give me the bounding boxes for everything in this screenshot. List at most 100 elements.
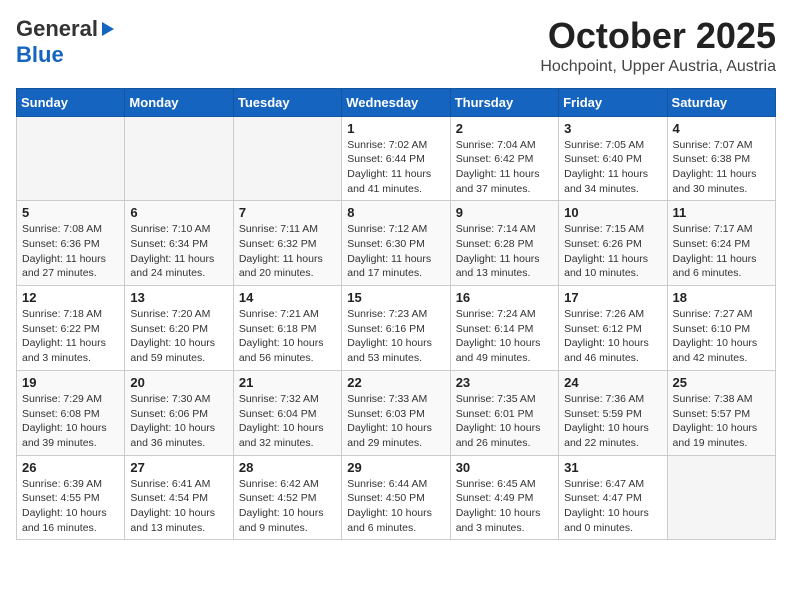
calendar-cell: 25 Sunrise: 7:38 AMSunset: 5:57 PMDayligh… <box>667 370 775 455</box>
calendar-cell <box>17 116 125 201</box>
logo-blue: Blue <box>16 42 64 68</box>
calendar-cell: 5 Sunrise: 7:08 AMSunset: 6:36 PMDaylight… <box>17 201 125 286</box>
weekday-tuesday: Tuesday <box>233 88 341 116</box>
calendar-cell: 9 Sunrise: 7:14 AMSunset: 6:28 PMDaylight… <box>450 201 558 286</box>
cell-day-number: 15 <box>347 290 444 305</box>
weekday-friday: Friday <box>559 88 667 116</box>
cell-day-number: 25 <box>673 375 770 390</box>
cell-day-number: 7 <box>239 205 336 220</box>
cell-day-number: 29 <box>347 460 444 475</box>
cell-day-number: 3 <box>564 121 661 136</box>
cell-info-text: Sunrise: 7:18 AMSunset: 6:22 PMDaylight:… <box>22 307 119 366</box>
calendar-cell: 17 Sunrise: 7:26 AMSunset: 6:12 PMDayligh… <box>559 286 667 371</box>
cell-info-text: Sunrise: 7:04 AMSunset: 6:42 PMDaylight:… <box>456 138 553 197</box>
calendar-cell: 4 Sunrise: 7:07 AMSunset: 6:38 PMDaylight… <box>667 116 775 201</box>
cell-info-text: Sunrise: 7:36 AMSunset: 5:59 PMDaylight:… <box>564 392 661 451</box>
cell-day-number: 20 <box>130 375 227 390</box>
cell-day-number: 9 <box>456 205 553 220</box>
cell-day-number: 14 <box>239 290 336 305</box>
cell-info-text: Sunrise: 7:02 AMSunset: 6:44 PMDaylight:… <box>347 138 444 197</box>
calendar-cell: 8Sunrise: 7:12 AMSunset: 6:30 PMDaylight… <box>342 201 450 286</box>
calendar-cell <box>667 455 775 540</box>
cell-day-number: 5 <box>22 205 119 220</box>
cell-day-number: 12 <box>22 290 119 305</box>
cell-day-number: 10 <box>564 205 661 220</box>
cell-info-text: Sunrise: 7:32 AMSunset: 6:04 PMDaylight:… <box>239 392 336 451</box>
calendar-cell <box>125 116 233 201</box>
calendar-cell: 6Sunrise: 7:10 AMSunset: 6:34 PMDaylight… <box>125 201 233 286</box>
calendar-week-row: 5 Sunrise: 7:08 AMSunset: 6:36 PMDaylight… <box>17 201 776 286</box>
cell-day-number: 24 <box>564 375 661 390</box>
calendar-week-row: 12 Sunrise: 7:18 AMSunset: 6:22 PMDayligh… <box>17 286 776 371</box>
calendar-cell: 13 Sunrise: 7:20 AMSunset: 6:20 PMDayligh… <box>125 286 233 371</box>
cell-info-text: Sunrise: 7:05 AMSunset: 6:40 PMDaylight:… <box>564 138 661 197</box>
cell-info-text: Sunrise: 7:38 AMSunset: 5:57 PMDaylight:… <box>673 392 770 451</box>
calendar-cell: 10Sunrise: 7:15 AMSunset: 6:26 PMDayligh… <box>559 201 667 286</box>
cell-info-text: Sunrise: 7:24 AMSunset: 6:14 PMDaylight:… <box>456 307 553 366</box>
calendar-week-row: 1Sunrise: 7:02 AMSunset: 6:44 PMDaylight… <box>17 116 776 201</box>
calendar-cell: 7 Sunrise: 7:11 AMSunset: 6:32 PMDaylight… <box>233 201 341 286</box>
cell-info-text: Sunrise: 6:39 AMSunset: 4:55 PMDaylight:… <box>22 477 119 536</box>
cell-day-number: 17 <box>564 290 661 305</box>
calendar-cell <box>233 116 341 201</box>
calendar-cell: 31 Sunrise: 6:47 AMSunset: 4:47 PMDayligh… <box>559 455 667 540</box>
cell-info-text: Sunrise: 7:21 AMSunset: 6:18 PMDaylight:… <box>239 307 336 366</box>
weekday-monday: Monday <box>125 88 233 116</box>
cell-info-text: Sunrise: 6:47 AMSunset: 4:47 PMDaylight:… <box>564 477 661 536</box>
calendar-cell: 3 Sunrise: 7:05 AMSunset: 6:40 PMDaylight… <box>559 116 667 201</box>
cell-day-number: 27 <box>130 460 227 475</box>
cell-info-text: Sunrise: 6:45 AMSunset: 4:49 PMDaylight:… <box>456 477 553 536</box>
calendar-week-row: 19 Sunrise: 7:29 AMSunset: 6:08 PMDayligh… <box>17 370 776 455</box>
calendar-table: Sunday Monday Tuesday Wednesday Thursday… <box>16 88 776 541</box>
cell-info-text: Sunrise: 7:35 AMSunset: 6:01 PMDaylight:… <box>456 392 553 451</box>
cell-day-number: 4 <box>673 121 770 136</box>
logo: General Blue <box>16 16 114 68</box>
cell-info-text: Sunrise: 7:08 AMSunset: 6:36 PMDaylight:… <box>22 222 119 281</box>
calendar-cell: 14 Sunrise: 7:21 AMSunset: 6:18 PMDayligh… <box>233 286 341 371</box>
logo-arrow-icon <box>102 22 114 36</box>
cell-day-number: 22 <box>347 375 444 390</box>
weekday-saturday: Saturday <box>667 88 775 116</box>
calendar-cell: 15Sunrise: 7:23 AMSunset: 6:16 PMDayligh… <box>342 286 450 371</box>
page-header: General Blue October 2025 Hochpoint, Upp… <box>16 16 776 76</box>
cell-day-number: 26 <box>22 460 119 475</box>
calendar-cell: 18 Sunrise: 7:27 AMSunset: 6:10 PMDayligh… <box>667 286 775 371</box>
cell-day-number: 13 <box>130 290 227 305</box>
calendar-cell: 1Sunrise: 7:02 AMSunset: 6:44 PMDaylight… <box>342 116 450 201</box>
calendar-cell: 27 Sunrise: 6:41 AMSunset: 4:54 PMDayligh… <box>125 455 233 540</box>
calendar-cell: 23 Sunrise: 7:35 AMSunset: 6:01 PMDayligh… <box>450 370 558 455</box>
cell-day-number: 19 <box>22 375 119 390</box>
cell-day-number: 2 <box>456 121 553 136</box>
logo-general: General <box>16 16 98 42</box>
calendar-cell: 28 Sunrise: 6:42 AMSunset: 4:52 PMDayligh… <box>233 455 341 540</box>
cell-info-text: Sunrise: 7:12 AMSunset: 6:30 PMDaylight:… <box>347 222 444 281</box>
calendar-cell: 20 Sunrise: 7:30 AMSunset: 6:06 PMDayligh… <box>125 370 233 455</box>
cell-info-text: Sunrise: 7:33 AMSunset: 6:03 PMDaylight:… <box>347 392 444 451</box>
cell-info-text: Sunrise: 7:20 AMSunset: 6:20 PMDaylight:… <box>130 307 227 366</box>
cell-day-number: 11 <box>673 205 770 220</box>
cell-day-number: 23 <box>456 375 553 390</box>
calendar-week-row: 26 Sunrise: 6:39 AMSunset: 4:55 PMDayligh… <box>17 455 776 540</box>
cell-info-text: Sunrise: 7:11 AMSunset: 6:32 PMDaylight:… <box>239 222 336 281</box>
cell-day-number: 31 <box>564 460 661 475</box>
weekday-sunday: Sunday <box>17 88 125 116</box>
weekday-wednesday: Wednesday <box>342 88 450 116</box>
cell-info-text: Sunrise: 7:30 AMSunset: 6:06 PMDaylight:… <box>130 392 227 451</box>
title-section: October 2025 Hochpoint, Upper Austria, A… <box>540 16 776 76</box>
cell-info-text: Sunrise: 7:27 AMSunset: 6:10 PMDaylight:… <box>673 307 770 366</box>
cell-day-number: 28 <box>239 460 336 475</box>
cell-info-text: Sunrise: 6:42 AMSunset: 4:52 PMDaylight:… <box>239 477 336 536</box>
cell-info-text: Sunrise: 7:17 AMSunset: 6:24 PMDaylight:… <box>673 222 770 281</box>
calendar-cell: 11 Sunrise: 7:17 AMSunset: 6:24 PMDayligh… <box>667 201 775 286</box>
calendar-cell: 24 Sunrise: 7:36 AMSunset: 5:59 PMDayligh… <box>559 370 667 455</box>
weekday-header-row: Sunday Monday Tuesday Wednesday Thursday… <box>17 88 776 116</box>
cell-info-text: Sunrise: 7:14 AMSunset: 6:28 PMDaylight:… <box>456 222 553 281</box>
calendar-cell: 29Sunrise: 6:44 AMSunset: 4:50 PMDayligh… <box>342 455 450 540</box>
cell-info-text: Sunrise: 7:29 AMSunset: 6:08 PMDaylight:… <box>22 392 119 451</box>
cell-day-number: 18 <box>673 290 770 305</box>
cell-info-text: Sunrise: 7:07 AMSunset: 6:38 PMDaylight:… <box>673 138 770 197</box>
weekday-thursday: Thursday <box>450 88 558 116</box>
cell-info-text: Sunrise: 7:26 AMSunset: 6:12 PMDaylight:… <box>564 307 661 366</box>
cell-info-text: Sunrise: 7:10 AMSunset: 6:34 PMDaylight:… <box>130 222 227 281</box>
cell-info-text: Sunrise: 6:41 AMSunset: 4:54 PMDaylight:… <box>130 477 227 536</box>
